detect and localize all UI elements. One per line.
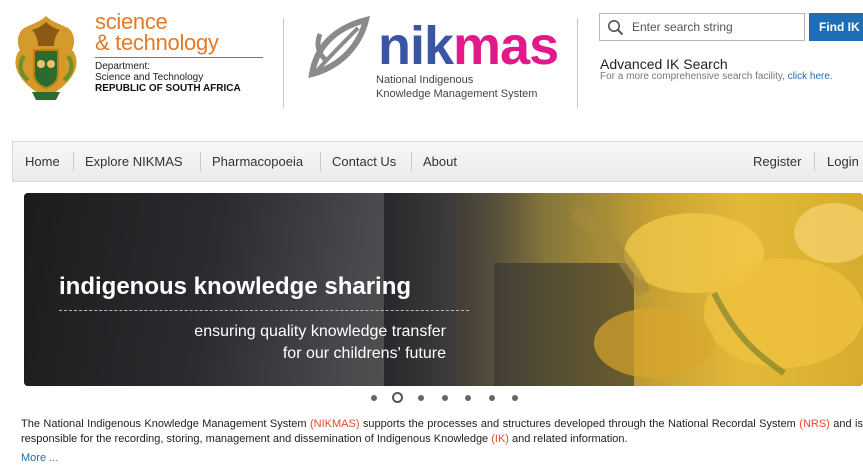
slider-dot[interactable] [512,395,518,401]
acronym-nrs: (NRS) [799,418,830,430]
nav-contact-us[interactable]: Contact Us [332,142,396,181]
nikmas-wordmark: nikmas [378,16,559,76]
main-nav: Home Explore NIKMAS Pharmacopoeia Contac… [12,141,863,182]
search-box [599,13,805,41]
site-header: science & technology Department: Science… [0,0,863,120]
banner-headline: indigenous knowledge sharing [59,273,412,300]
search-icon [608,20,624,36]
intro-text-2: supports the processes and structures de… [359,418,800,430]
banner-subline-1: ensuring quality knowledge transfer [194,323,446,340]
acronym-nikmas: (NIKMAS) [310,418,360,430]
find-ik-button[interactable]: Find IK [809,13,863,41]
dst-logo-technology: & technology [95,30,219,55]
nav-separator [814,152,815,171]
intro-paragraph: The National Indigenous Knowledge Manage… [21,417,863,447]
advanced-search-title: Advanced IK Search [600,56,728,72]
dst-logo-rule [95,57,263,58]
dst-department-label: Department: [95,61,151,72]
nikmas-word-mas: mas [453,16,559,76]
slider-dot[interactable] [441,395,448,401]
advanced-search-description: For a more comprehensive search facility… [600,71,833,82]
leaf-icon [308,15,371,79]
slider-dot[interactable] [465,395,471,401]
dst-logo: science & technology Department: Science… [95,9,270,95]
acronym-ik: (IK) [491,433,509,445]
nav-home[interactable]: Home [25,142,60,181]
slider-dot[interactable] [392,392,403,403]
advanced-search-link[interactable]: click here. [788,71,833,82]
nav-register[interactable]: Register [753,142,801,181]
intro-text-1: The National Indigenous Knowledge Manage… [21,418,310,430]
nav-login[interactable]: Login [827,142,859,181]
slider-dot[interactable] [488,395,495,401]
nav-about[interactable]: About [423,142,457,181]
search-input[interactable] [632,17,800,37]
hero-banner[interactable]: indigenous knowledge sharing ensuring qu… [24,193,863,386]
slider-dot[interactable] [418,395,424,401]
nav-separator [200,152,201,171]
intro-text-4: and related information. [508,433,628,445]
dst-country: REPUBLIC OF SOUTH AFRICA [95,83,241,94]
nikmas-logo[interactable]: nikmas National Indigenous Knowledge Man… [302,12,562,108]
nav-separator [73,152,74,171]
dst-logo-science: science [95,9,168,34]
nikmas-tagline-2: Knowledge Management System [376,88,538,100]
header-divider [577,18,578,108]
header-divider [283,18,284,108]
advanced-search-text: For a more comprehensive search facility… [600,71,785,82]
nikmas-word-nik: nik [378,16,454,76]
dst-department-name: Science and Technology [95,72,204,83]
nav-explore-nikmas[interactable]: Explore NIKMAS [85,142,183,181]
banner-divider [59,310,469,311]
nav-separator [411,152,412,171]
banner-subline-2: for our childrens' future [282,345,446,362]
more-link[interactable]: More ... [21,452,58,464]
nikmas-tagline-1: National Indigenous [376,74,474,86]
slider-dot[interactable] [371,395,377,401]
coat-of-arms-icon [15,16,77,100]
nav-pharmacopoeia[interactable]: Pharmacopoeia [212,142,303,181]
nav-separator [320,152,321,171]
